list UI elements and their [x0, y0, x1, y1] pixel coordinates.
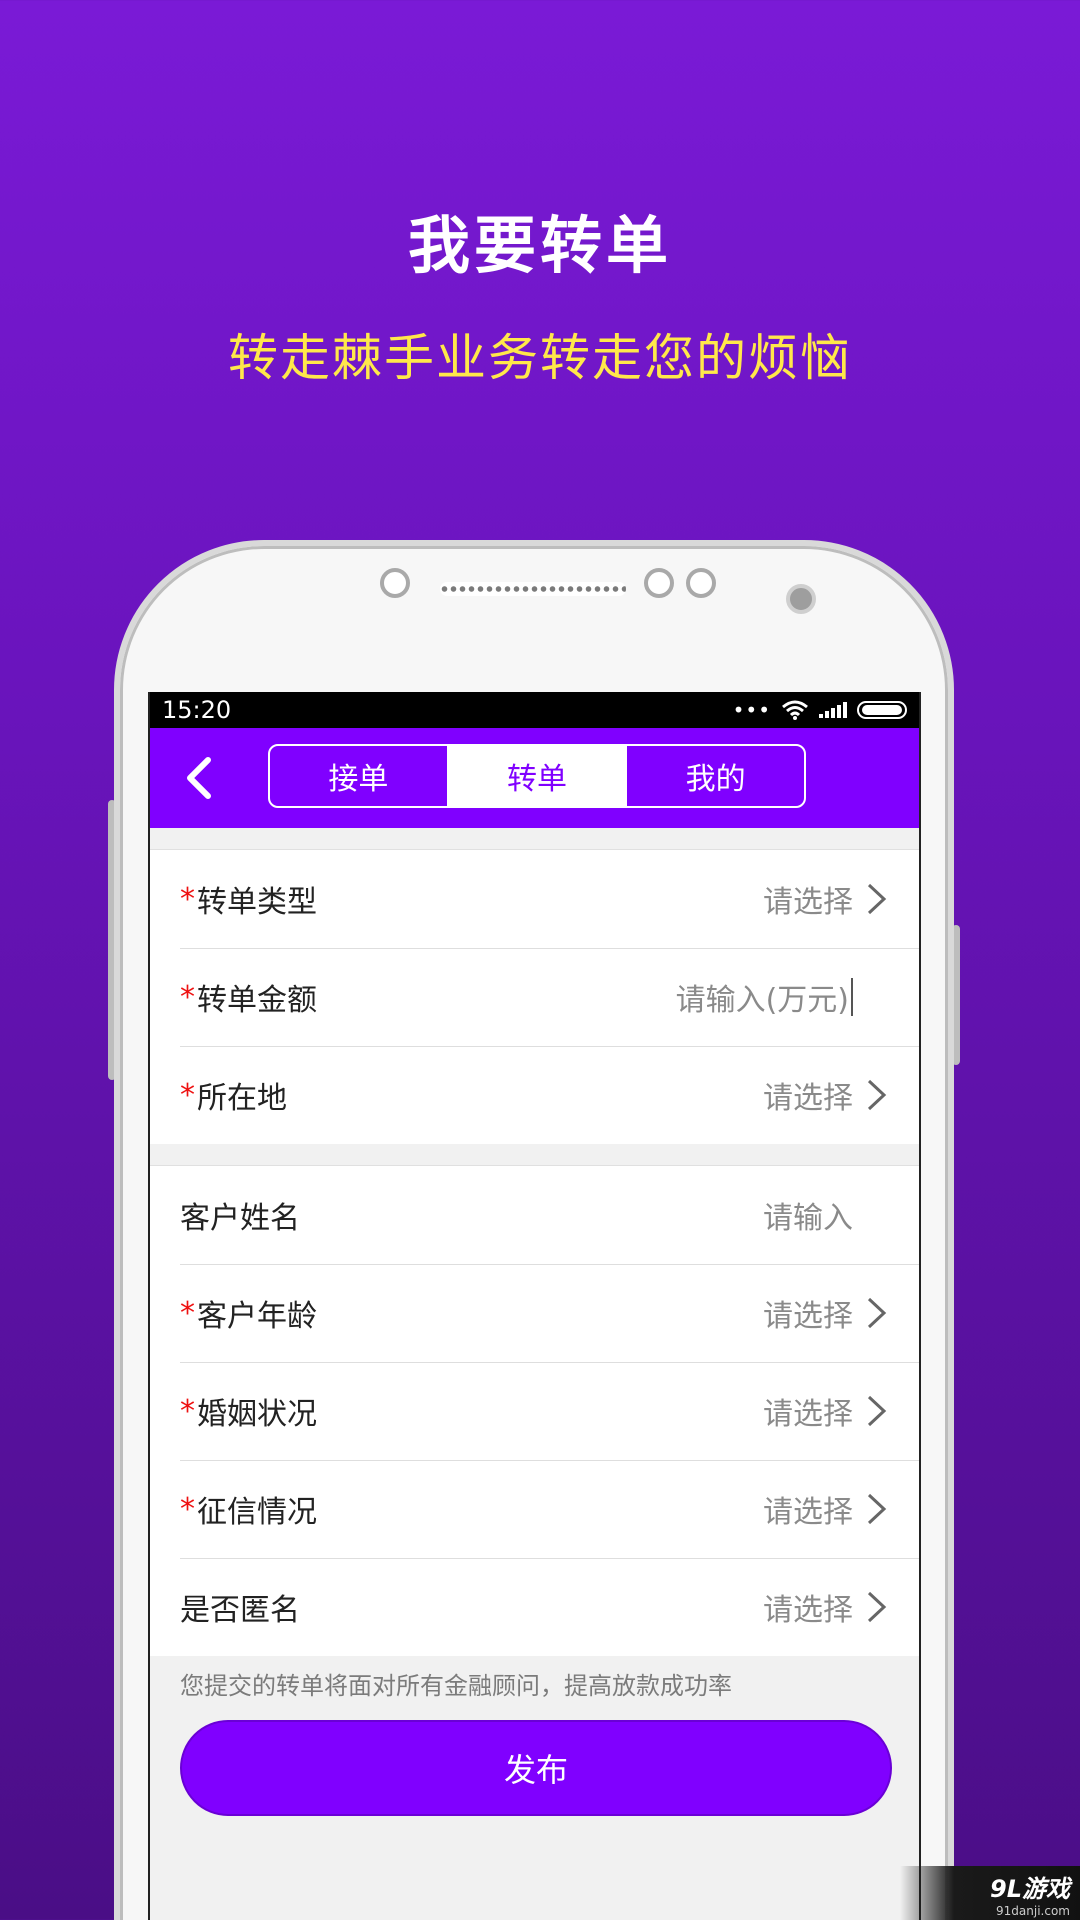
required-mark: *	[180, 1077, 195, 1113]
chevron-right-icon	[867, 1591, 887, 1623]
text-cursor	[851, 978, 853, 1016]
watermark-logo: 9L游戏	[990, 1874, 1070, 1903]
chevron-right-icon	[867, 1297, 887, 1329]
status-bar: 15:20 •••	[150, 692, 919, 728]
row-label: 转单金额	[197, 983, 317, 1018]
row-label: 转单类型	[197, 885, 317, 920]
required-mark: *	[180, 979, 195, 1015]
chevron-right-icon	[867, 1493, 887, 1525]
row-label: 征信情况	[197, 1495, 317, 1530]
tab-transfer-orders[interactable]: 转单	[448, 746, 628, 806]
row-customer-age[interactable]: * 客户年龄 请选择	[150, 1264, 919, 1362]
required-mark: *	[180, 1393, 195, 1429]
form-group-customer: 客户姓名 请输入 * 客户年龄 请选择 * 婚姻状况 请选择 * 征信情况 请选择 是…	[150, 1166, 919, 1656]
phone-camera-icon	[786, 584, 816, 614]
site-watermark: 9L游戏 91danji.com	[900, 1866, 1080, 1920]
chevron-right-icon	[867, 1079, 887, 1111]
form-group-order: * 转单类型 请选择 * 转单金额 请输入(万元) * 所在地 请选择	[150, 850, 919, 1144]
row-order-amount[interactable]: * 转单金额 请输入(万元)	[150, 948, 919, 1046]
phone-speaker-icon	[440, 582, 626, 596]
amount-input[interactable]: 请输入(万元)	[676, 975, 849, 1019]
back-arrow-icon[interactable]	[180, 756, 220, 800]
watermark-url: 91danji.com	[996, 1903, 1070, 1918]
battery-icon	[857, 701, 907, 719]
app-screen: 15:20 ••• 接单 转单 我的 * 转单类型 请选择 * 转单金额 请输入…	[148, 692, 921, 1920]
chevron-right-icon	[867, 1395, 887, 1427]
publish-button[interactable]: 发布	[180, 1720, 892, 1816]
section-gap	[150, 828, 919, 850]
row-value: 请选择	[763, 1081, 853, 1116]
signal-icon	[819, 702, 847, 718]
required-mark: *	[180, 881, 195, 917]
required-mark: *	[180, 1491, 195, 1527]
status-time: 15:20	[162, 696, 232, 724]
tab-mine[interactable]: 我的	[627, 746, 804, 806]
section-gap	[150, 1144, 919, 1166]
row-label: 客户姓名	[180, 1201, 300, 1236]
nav-bar: 接单 转单 我的	[150, 728, 919, 828]
row-value: 请选择	[763, 885, 853, 920]
row-value: 请选择	[763, 1397, 853, 1432]
hero-subtitle: 转走棘手业务转走您的烦恼	[228, 329, 852, 387]
row-value: 请选择	[763, 1593, 853, 1628]
row-label: 婚姻状况	[197, 1397, 317, 1432]
submit-hint: 您提交的转单将面对所有金融顾问，提高放款成功率	[150, 1656, 919, 1720]
row-value: 请选择	[763, 1495, 853, 1530]
customer-name-input[interactable]: 请输入	[763, 1193, 853, 1237]
phone-sensor-icon	[644, 568, 674, 598]
row-marital-status[interactable]: * 婚姻状况 请选择	[150, 1362, 919, 1460]
row-label: 是否匿名	[180, 1593, 300, 1628]
row-label: 所在地	[197, 1081, 287, 1116]
row-anonymous[interactable]: 是否匿名 请选择	[150, 1558, 919, 1656]
phone-sensor-icon	[686, 568, 716, 598]
hero-title: 我要转单	[407, 209, 672, 282]
segmented-tabs: 接单 转单 我的	[268, 744, 806, 808]
required-mark: *	[180, 1295, 195, 1331]
row-customer-name[interactable]: 客户姓名 请输入	[150, 1166, 919, 1264]
row-label: 客户年龄	[197, 1299, 317, 1334]
chevron-right-icon	[867, 883, 887, 915]
phone-sensor-icon	[380, 568, 410, 598]
row-order-type[interactable]: * 转单类型 请选择	[150, 850, 919, 948]
row-value: 请选择	[763, 1299, 853, 1334]
wifi-icon	[782, 700, 808, 720]
row-location[interactable]: * 所在地 请选择	[150, 1046, 919, 1144]
more-dots-icon: •••	[732, 698, 771, 722]
row-credit-status[interactable]: * 征信情况 请选择	[150, 1460, 919, 1558]
tab-accept-orders[interactable]: 接单	[270, 746, 449, 806]
